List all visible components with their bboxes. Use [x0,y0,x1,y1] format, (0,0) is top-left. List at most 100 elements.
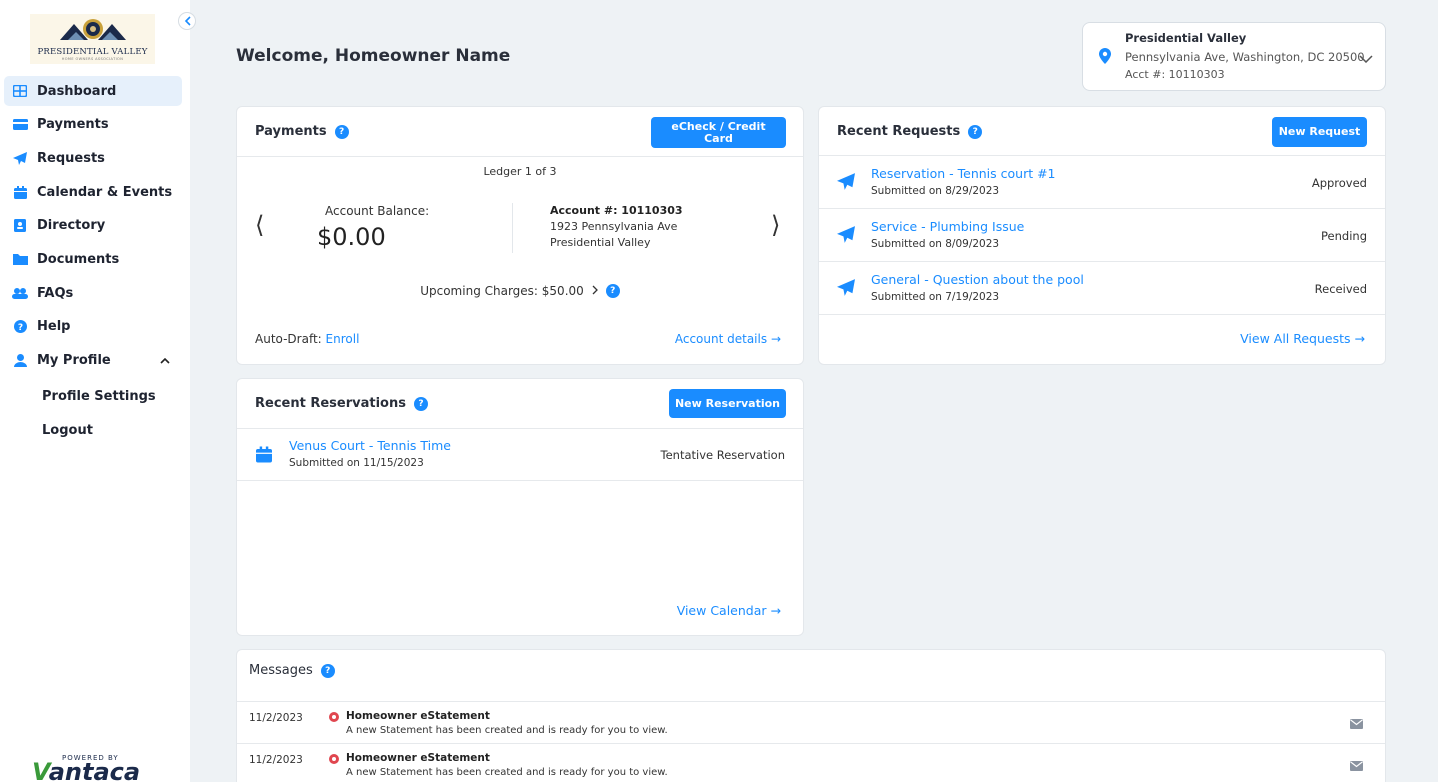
folder-icon [12,252,28,266]
help-icon[interactable]: ? [605,284,620,298]
sidebar-item-payments[interactable]: Payments [4,110,182,140]
svg-text:?: ? [17,323,22,333]
reservation-title[interactable]: Venus Court - Tennis Time [289,438,451,453]
chevron-up-icon[interactable] [160,353,170,368]
payments-card: Payments ? eCheck / Credit Card Ledger 1… [236,106,804,365]
sidebar-item-faqs[interactable]: FAQs [4,278,182,308]
paper-plane-icon [837,279,855,300]
sidebar: PRESIDENTIAL VALLEY HOME OWNERS ASSOCIAT… [0,0,190,782]
view-all-requests-link[interactable]: View All Requests → [1240,331,1365,346]
sidebar-item-calendar[interactable]: Calendar & Events [4,177,182,207]
envelope-icon[interactable] [1350,760,1363,775]
powered-by-logo: POWERED BY Vantaca [32,752,152,782]
chevron-down-icon[interactable] [1359,52,1373,67]
account-name: Presidential Valley [1125,31,1247,45]
account-details-link[interactable]: Account details → [675,332,781,346]
arrow-right-icon: → [770,603,781,618]
payment-street: 1923 Pennsylvania Ave [550,220,678,233]
reservations-card-header: Recent Reservations ? New Reservation [237,379,803,429]
sidebar-item-help[interactable]: ? Help [4,312,182,342]
sidebar-subitem-profile-settings[interactable]: Profile Settings [4,379,182,413]
upcoming-charges[interactable]: Upcoming Charges: $50.00 ? [237,284,803,298]
help-icon[interactable]: ? [334,124,349,139]
sidebar-item-label: Documents [37,251,120,267]
collapse-sidebar-button[interactable] [178,12,196,30]
payment-city: Presidential Valley [550,236,651,249]
recent-requests-card: Recent Requests ? New Request Reservatio… [818,106,1386,365]
message-row[interactable]: 11/2/2023 Homeowner eStatement A new Sta… [237,743,1385,782]
messages-title: Messages ? [249,663,335,678]
account-address: Pennsylvania Ave, Washington, DC 20500 [1125,50,1365,64]
arrow-right-icon: → [1354,331,1365,346]
paper-plane-icon [837,173,855,194]
sidebar-item-directory[interactable]: Directory [4,211,182,241]
echeck-credit-card-button[interactable]: eCheck / Credit Card [651,117,786,148]
grid-icon [12,84,28,98]
message-body: A new Statement has been created and is … [346,725,668,736]
envelope-icon[interactable] [1350,718,1363,733]
sidebar-item-my-profile[interactable]: My Profile [4,346,182,376]
upcoming-charges-label: Upcoming Charges: $50.00 [420,284,584,298]
request-title[interactable]: General - Question about the pool [871,272,1084,287]
calendar-icon [256,446,272,467]
request-submitted: Submitted on 8/09/2023 [871,238,1000,250]
unread-indicator-icon [329,712,339,722]
account-balance-label: Account Balance: [325,204,430,218]
sidebar-nav: Dashboard Payments Requests Calendar & E… [4,76,182,447]
request-title[interactable]: Service - Plumbing Issue [871,219,1024,234]
chevron-right-icon [592,284,598,298]
sidebar-item-label: Dashboard [37,83,117,99]
sidebar-item-dashboard[interactable]: Dashboard [4,76,182,106]
paper-plane-icon [12,151,28,165]
sidebar-item-label: Help [37,319,71,335]
recent-reservations-card: Recent Reservations ? New Reservation Ve… [236,378,804,636]
ledger-indicator: Ledger 1 of 3 [483,165,557,178]
sidebar-item-label: Payments [37,117,109,133]
next-ledger-arrow-icon[interactable]: ⟩ [771,211,780,239]
message-title: Homeowner eStatement [346,710,490,722]
sidebar-subitem-logout[interactable]: Logout [4,413,182,447]
request-submitted: Submitted on 8/29/2023 [871,185,1000,197]
logo-name: PRESIDENTIAL VALLEY [37,47,148,57]
previous-ledger-arrow-icon[interactable]: ⟨ [255,211,264,239]
view-calendar-link[interactable]: View Calendar → [677,603,781,618]
arrow-right-icon: → [770,332,781,346]
sidebar-item-documents[interactable]: Documents [4,244,182,274]
reservation-row[interactable]: Venus Court - Tennis Time Submitted on 1… [237,429,803,481]
account-number: Acct #: 10110303 [1125,68,1225,81]
sidebar-item-label: My Profile [37,353,111,368]
page-title: Welcome, Homeowner Name [236,46,511,66]
payment-account-number: Account #: 10110303 [550,204,683,217]
user-icon [12,354,28,368]
help-icon[interactable]: ? [320,663,335,678]
message-row[interactable]: 11/2/2023 Homeowner eStatement A new Sta… [237,701,1385,743]
request-status: Received [1314,282,1367,296]
unread-indicator-icon [329,754,339,764]
reservation-status: Tentative Reservation [660,448,785,462]
hoa-logo[interactable]: PRESIDENTIAL VALLEY HOME OWNERS ASSOCIAT… [30,14,155,64]
mountain-seal-icon [60,19,126,40]
request-title[interactable]: Reservation - Tennis court #1 [871,166,1056,181]
reservations-title: Recent Reservations ? [255,396,428,411]
help-icon[interactable]: ? [968,124,983,139]
new-reservation-button[interactable]: New Reservation [669,389,786,418]
paper-plane-icon [837,226,855,247]
account-selector[interactable]: Presidential Valley Pennsylvania Ave, Wa… [1082,22,1386,91]
request-row[interactable]: Reservation - Tennis court #1 Submitted … [819,156,1385,209]
divider [512,203,513,253]
message-title: Homeowner eStatement [346,752,490,764]
auto-draft: Auto-Draft: Enroll [255,332,359,346]
request-row[interactable]: General - Question about the pool Submit… [819,262,1385,315]
payments-card-header: Payments ? eCheck / Credit Card [237,107,803,157]
enroll-link[interactable]: Enroll [326,332,360,346]
request-row[interactable]: Service - Plumbing Issue Submitted on 8/… [819,209,1385,262]
account-balance-value: $0.00 [317,223,386,251]
calendar-icon [12,185,28,199]
message-date: 11/2/2023 [249,712,303,724]
sidebar-item-label: Requests [37,150,105,166]
help-icon[interactable]: ? [413,396,428,411]
sidebar-item-requests[interactable]: Requests [4,143,182,173]
new-request-button[interactable]: New Request [1272,117,1367,147]
payments-title: Payments ? [255,124,349,139]
auto-draft-label: Auto-Draft: [255,332,322,346]
